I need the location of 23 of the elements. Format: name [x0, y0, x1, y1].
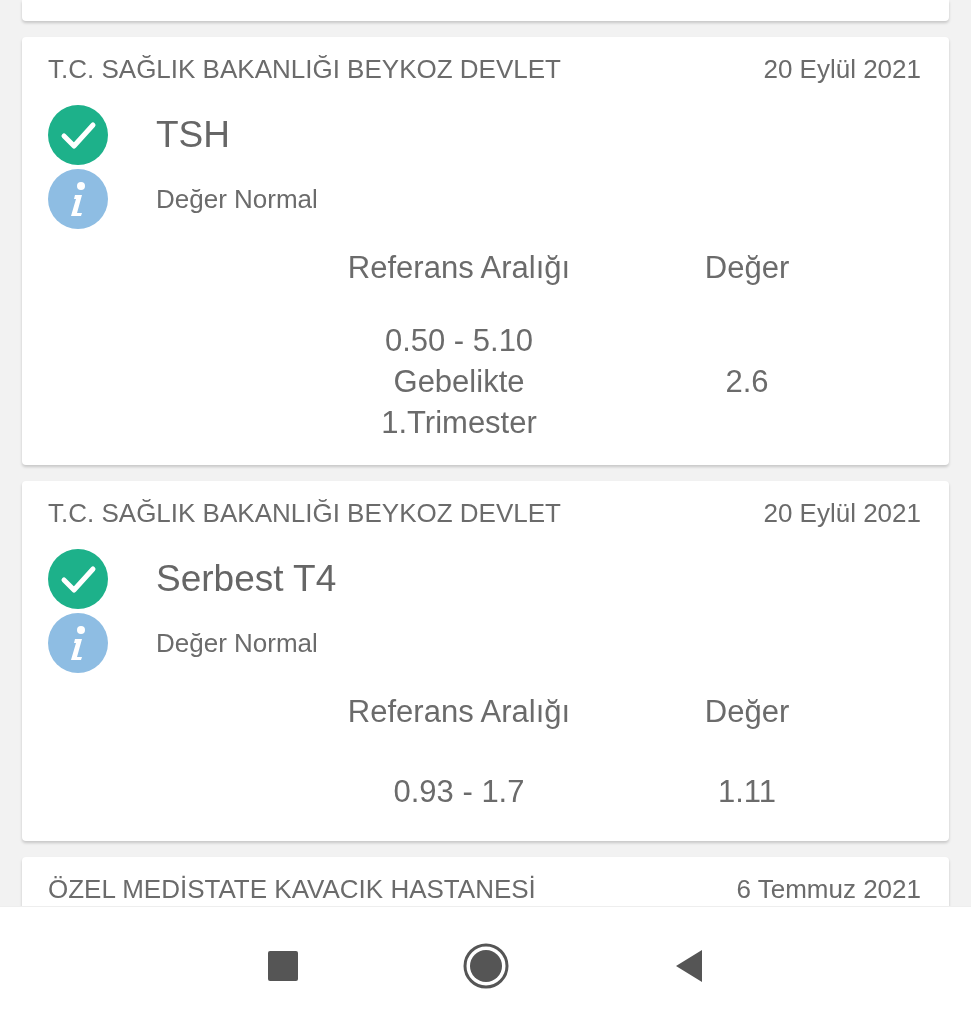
column-heading: Referans Aralığı	[347, 249, 571, 287]
hospital-name: ÖZEL MEDİSTATE KAVACIK HASTANESİ	[48, 873, 536, 905]
test-name: Serbest T4	[156, 558, 337, 600]
result-card[interactable]: T.C. SAĞLIK BAKANLIĞI BEYKOZ DEVLET 20 Eylül 2021 Serbest T4 Değer Normal Referans Aralığı Değer 0.93 - 1.7 1.11	[22, 481, 949, 841]
column-heading: Referans Aralığı	[347, 693, 571, 731]
hospital-name: T.C. SAĞLIK BAKANLIĞI BEYKOZ DEVLET	[48, 53, 561, 85]
result-card[interactable]: T.C. SAĞLIK BAKANLIĞI BEYKOZ DEVLET 20 Eylül 2021 TSH Değer Normal Referans Aralığı Değer 0.50 - 5.10 Gebelikte 1.Trimester 2.6	[22, 37, 949, 465]
status-note: Değer Normal	[156, 627, 318, 659]
home-icon[interactable]	[462, 942, 509, 989]
result-date: 20 Eylül 2021	[763, 497, 921, 529]
square-icon[interactable]	[267, 950, 298, 981]
reference-range: 0.50 - 5.10 Gebelikte 1.Trimester	[381, 322, 537, 442]
test-name: TSH	[156, 114, 230, 156]
result-value: 2.6	[725, 363, 769, 401]
column-heading: Değer	[704, 249, 790, 287]
result-card[interactable]: ÖZEL MEDİSTATE KAVACIK HASTANESİ 6 Temmuz 2021	[22, 857, 949, 906]
column-heading: Değer	[704, 693, 790, 731]
reference-range: 0.93 - 1.7	[393, 773, 525, 811]
result-date: 20 Eylül 2021	[763, 53, 921, 85]
hospital-name: T.C. SAĞLIK BAKANLIĞI BEYKOZ DEVLET	[48, 497, 561, 529]
result-value: 1.11	[717, 773, 776, 811]
status-note: Değer Normal	[156, 183, 318, 215]
result-date: 6 Temmuz 2021	[736, 873, 921, 905]
